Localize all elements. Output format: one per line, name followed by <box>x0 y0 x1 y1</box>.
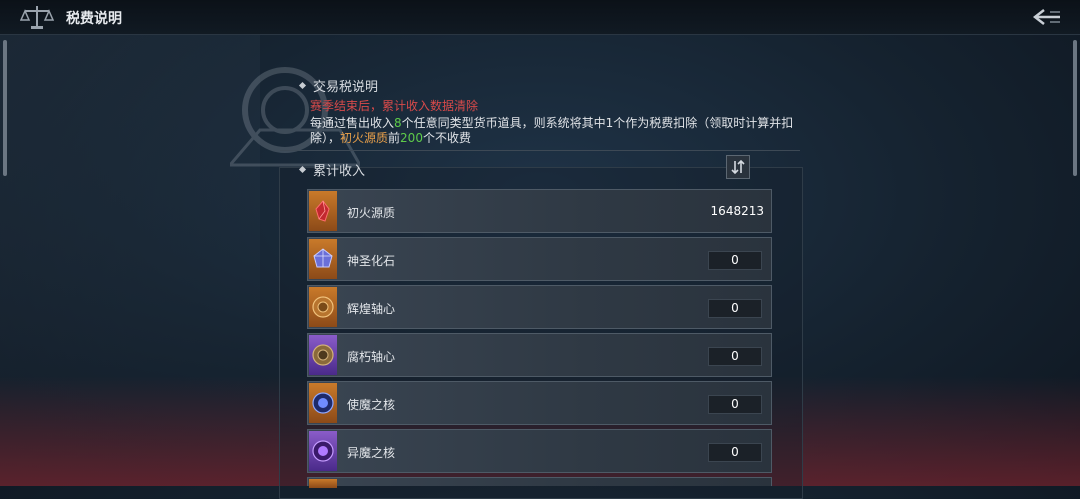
sort-button[interactable] <box>726 155 750 179</box>
tax-rule-text: 每通过售出收入8个任意同类型货币道具，则系统将其中1个作为税费扣除（领取时计算并… <box>310 116 816 146</box>
item-name: 腐朽轴心 <box>347 350 396 364</box>
item-value: 0 <box>708 395 762 414</box>
left-scrollbar[interactable] <box>3 40 7 176</box>
item-value: 0 <box>708 443 762 462</box>
item-name: 辉煌轴心 <box>347 302 396 316</box>
item-icon-frame <box>309 479 337 488</box>
right-scrollbar[interactable] <box>1073 40 1077 176</box>
income-row-4[interactable]: 使魔之核 0 <box>307 381 772 425</box>
item-value: 1648213 <box>710 204 764 218</box>
bullet-diamond-icon <box>298 165 307 174</box>
rule-text-part: 个不收费 <box>422 131 471 145</box>
tax-section-heading: 交易税说明 <box>296 76 816 95</box>
item-value: 0 <box>708 299 762 318</box>
demon-core-icon <box>312 440 334 462</box>
rule-highlight-number: 200 <box>400 131 423 145</box>
cumulative-heading-text: 累计收入 <box>313 164 366 179</box>
scales-icon <box>20 6 54 29</box>
item-name: 神圣化石 <box>347 254 396 268</box>
income-row-2[interactable]: 辉煌轴心 0 <box>307 285 772 329</box>
tax-heading-text: 交易税说明 <box>313 80 379 95</box>
item-icon-frame <box>309 239 337 279</box>
holy-fossil-icon <box>313 248 333 268</box>
rule-highlight-currency: 初火源质 <box>340 131 389 145</box>
item-value: 0 <box>708 347 762 366</box>
income-row-3[interactable]: 腐朽轴心 0 <box>307 333 772 377</box>
season-reset-warning: 赛季结束后，累计收入数据清除 <box>310 99 479 113</box>
red-crystal-icon <box>315 200 330 222</box>
sort-arrows-icon <box>731 159 745 175</box>
page-title: 税费说明 <box>66 11 122 27</box>
rule-highlight-number: 8 <box>394 116 402 130</box>
background-decoration <box>0 0 260 486</box>
item-icon-frame <box>309 191 337 231</box>
title-bar: 税费说明 <box>0 0 1080 35</box>
income-row-partial[interactable] <box>307 477 772 488</box>
income-row-5[interactable]: 异魔之核 0 <box>307 429 772 473</box>
glory-axis-icon <box>312 296 334 318</box>
item-name: 使魔之核 <box>347 398 396 412</box>
back-arrow-icon[interactable] <box>1032 6 1062 28</box>
rule-text-part: 每通过售出收入 <box>310 116 395 130</box>
cumulative-heading: 累计收入 <box>296 160 365 179</box>
income-row-1[interactable]: 神圣化石 0 <box>307 237 772 281</box>
rule-text-part: 前 <box>388 131 401 145</box>
decay-axis-icon <box>312 344 334 366</box>
item-icon-frame <box>309 287 337 327</box>
item-name: 初火源质 <box>347 206 396 220</box>
tax-description-section: 交易税说明 赛季结束后，累计收入数据清除 每通过售出收入8个任意同类型货币道具，… <box>296 76 816 146</box>
section-divider <box>280 150 800 151</box>
item-value: 0 <box>708 251 762 270</box>
item-icon-frame <box>309 383 337 423</box>
bullet-diamond-icon <box>298 81 307 90</box>
item-icon-frame <box>309 431 337 471</box>
item-name: 异魔之核 <box>347 446 396 460</box>
familiar-core-icon <box>312 392 334 414</box>
income-row-0[interactable]: 初火源质 1648213 <box>307 189 772 233</box>
item-icon-frame <box>309 335 337 375</box>
